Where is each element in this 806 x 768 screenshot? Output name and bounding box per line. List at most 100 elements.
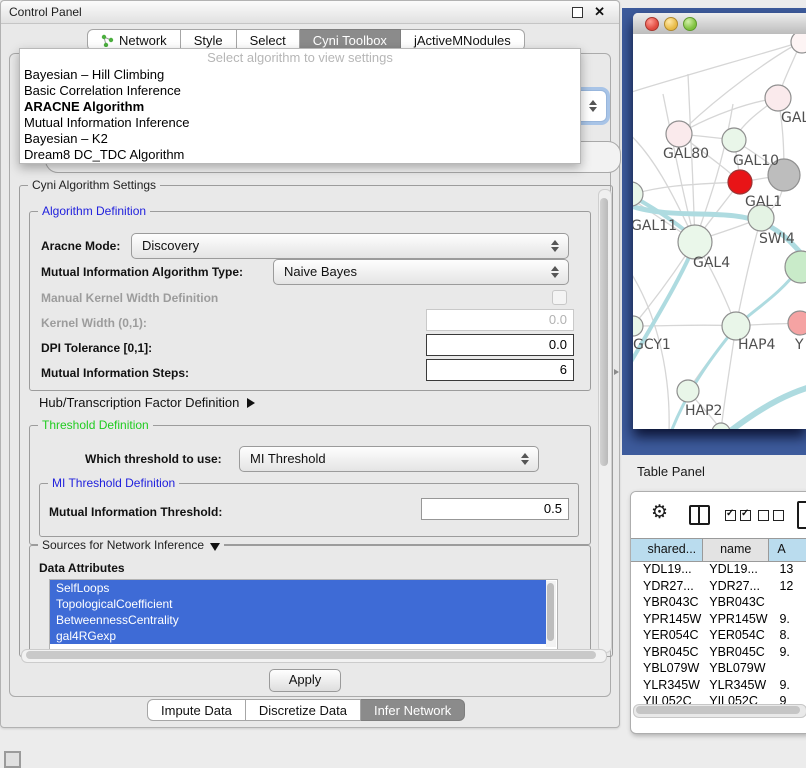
sources-title: Sources for Network Inference (42, 538, 204, 552)
new-table-icon[interactable] (797, 501, 806, 529)
deselect-all-columns-icon[interactable] (758, 510, 784, 521)
close-icon[interactable]: ✕ (594, 4, 605, 20)
table-row[interactable]: YLR345WYLR345W9. (631, 677, 806, 694)
table-body: YDL19...YDL19...13 YDR27...YDR27...12 YB… (631, 561, 806, 710)
mi-threshold-field[interactable]: 0.5 (421, 498, 569, 520)
node-salmon[interactable] (788, 311, 806, 335)
node-HAP4[interactable] (722, 312, 750, 340)
expand-right-icon (247, 398, 255, 408)
node-label: Y (794, 337, 804, 353)
node-unlabeled-bottom[interactable] (712, 423, 730, 429)
bottom-tab-bar: Impute Data Discretize Data Infer Networ… (147, 699, 465, 721)
table-row[interactable]: YBR045CYBR045C9. (631, 644, 806, 661)
node-label: GAL11 (633, 218, 677, 234)
gear-icon[interactable]: ⚙ (651, 501, 668, 524)
settings-horizontal-scrollbar[interactable] (21, 649, 607, 663)
which-threshold-label: Which threshold to use: (85, 452, 222, 466)
node-label: GAL2 (781, 110, 806, 126)
node-label: GCY1 (633, 337, 671, 353)
network-window-titlebar[interactable] (633, 13, 806, 35)
mi-type-label: Mutual Information Algorithm Type: (41, 265, 243, 279)
table-row[interactable]: YPR145WYPR145W9. (631, 611, 806, 628)
node-label: HAP2 (685, 403, 722, 419)
data-attributes-label: Data Attributes (39, 561, 125, 575)
node-GCY1[interactable] (633, 316, 643, 336)
node-label: GAL4 (693, 255, 730, 271)
attributes-list-scrollbar[interactable] (546, 581, 556, 647)
control-panel-titlebar[interactable]: Control Panel ✕ (1, 1, 619, 24)
floating-panel-icon[interactable] (4, 751, 21, 768)
tab-impute-data[interactable]: Impute Data (147, 699, 246, 721)
table-panel-title: Table Panel (637, 464, 705, 479)
dpi-tolerance-field[interactable]: 0.0 (426, 334, 574, 356)
algorithm-option-bayesian-hill[interactable]: Bayesian – Hill Climbing (20, 67, 580, 83)
dpi-tolerance-label: DPI Tolerance [0,1]: (41, 341, 152, 355)
tab-infer-network[interactable]: Infer Network (361, 699, 465, 721)
algorithm-option-dream8[interactable]: Dream8 DC_TDC Algorithm (20, 147, 580, 163)
algorithm-option-basic-correlation[interactable]: Basic Correlation Inference (20, 83, 580, 99)
minimize-traffic-light[interactable] (664, 17, 678, 31)
network-icon (101, 34, 114, 47)
mi-steps-field[interactable]: 6 (426, 359, 574, 381)
settings-vertical-scrollbar[interactable] (598, 189, 612, 653)
algorithm-placeholder: Select algorithm to view settings (20, 49, 580, 67)
float-window-icon[interactable] (572, 7, 583, 18)
network-view-window: GAL2 GAL80 GAL10 GAL1 GAL11 SWI4 GAL4 GC… (633, 13, 806, 429)
list-item[interactable]: SelfLoops (50, 580, 546, 596)
algorithm-dropdown-popup: Select algorithm to view settings Bayesi… (19, 48, 581, 164)
node-unlabeled-top[interactable] (791, 34, 806, 53)
network-canvas[interactable]: GAL2 GAL80 GAL10 GAL1 GAL11 SWI4 GAL4 GC… (633, 34, 806, 429)
mi-type-combo[interactable]: Naive Bayes (273, 259, 569, 285)
algorithm-option-mutual-info[interactable]: Mutual Information Inference (20, 115, 580, 131)
tab-discretize-data[interactable]: Discretize Data (246, 699, 361, 721)
node-label: GAL80 (663, 146, 709, 162)
node-GAL4[interactable] (678, 225, 712, 259)
node-label: SWI4 (759, 231, 795, 247)
algorithm-option-aracne[interactable]: ARACNE Algorithm (20, 99, 580, 115)
group-title: Cyni Algorithm Settings (28, 178, 160, 192)
node-label: HAP4 (738, 337, 776, 353)
kernel-width-field[interactable]: 0.0 (426, 309, 574, 331)
control-panel-window: Control Panel ✕ Network Style Select Cyn… (0, 0, 620, 728)
table-row[interactable]: YBL079WYBL079W (631, 660, 806, 677)
which-threshold-combo[interactable]: MI Threshold (239, 446, 539, 472)
node-GAL2[interactable] (765, 85, 791, 111)
table-row[interactable]: YDR27...YDR27...12 (631, 578, 806, 595)
aracne-mode-label: Aracne Mode: (41, 239, 120, 253)
list-item[interactable]: BetweennessCentrality (50, 612, 546, 628)
hub-tf-section-toggle[interactable]: Hub/Transcription Factor Definition (39, 395, 255, 410)
select-all-columns-icon[interactable] (725, 510, 751, 521)
column-header-name[interactable]: name (703, 539, 769, 561)
close-traffic-light[interactable] (645, 17, 659, 31)
node-GAL10[interactable] (722, 128, 746, 152)
list-item[interactable]: TopologicalCoefficient (50, 596, 546, 612)
data-attributes-list[interactable]: SelfLoops TopologicalCoefficient Between… (49, 579, 558, 651)
table-row[interactable]: YER054CYER054C8. (631, 627, 806, 644)
node-label: GAL10 (733, 153, 779, 169)
column-header-partial[interactable]: A (769, 539, 806, 561)
node-GAL1[interactable] (728, 170, 752, 194)
table-panel: ⚙ shared... name A YDL19...YDL19...13 YD… (630, 491, 806, 734)
splitter-collapse-arrow[interactable] (614, 369, 619, 375)
window-title: Control Panel (9, 5, 82, 19)
table-row[interactable]: YBR043CYBR043C (631, 594, 806, 611)
column-header-shared-name[interactable]: shared... (631, 539, 703, 561)
manual-kernel-label: Manual Kernel Width Definition (41, 291, 218, 305)
split-columns-icon[interactable] (689, 505, 710, 525)
aracne-mode-combo[interactable]: Discovery (131, 233, 569, 259)
zoom-traffic-light[interactable] (683, 17, 697, 31)
node-large-right[interactable] (785, 251, 806, 283)
node-GAL80[interactable] (666, 121, 692, 147)
manual-kernel-checkbox[interactable] (552, 290, 567, 305)
algorithm-option-bayesian-k2[interactable]: Bayesian – K2 (20, 131, 580, 147)
table-header: shared... name A (631, 538, 806, 562)
table-horizontal-scrollbar[interactable] (633, 704, 806, 718)
apply-button[interactable]: Apply (269, 669, 341, 692)
node-HAP2[interactable] (677, 380, 699, 402)
node-label: GAL1 (745, 194, 782, 210)
list-item[interactable]: gal4RGexp (50, 628, 546, 644)
table-row[interactable]: YDL19...YDL19...13 (631, 561, 806, 578)
collapse-down-icon[interactable] (210, 543, 220, 551)
table-toolbar: ⚙ (631, 492, 806, 538)
kernel-width-label: Kernel Width (0,1): (41, 316, 147, 330)
